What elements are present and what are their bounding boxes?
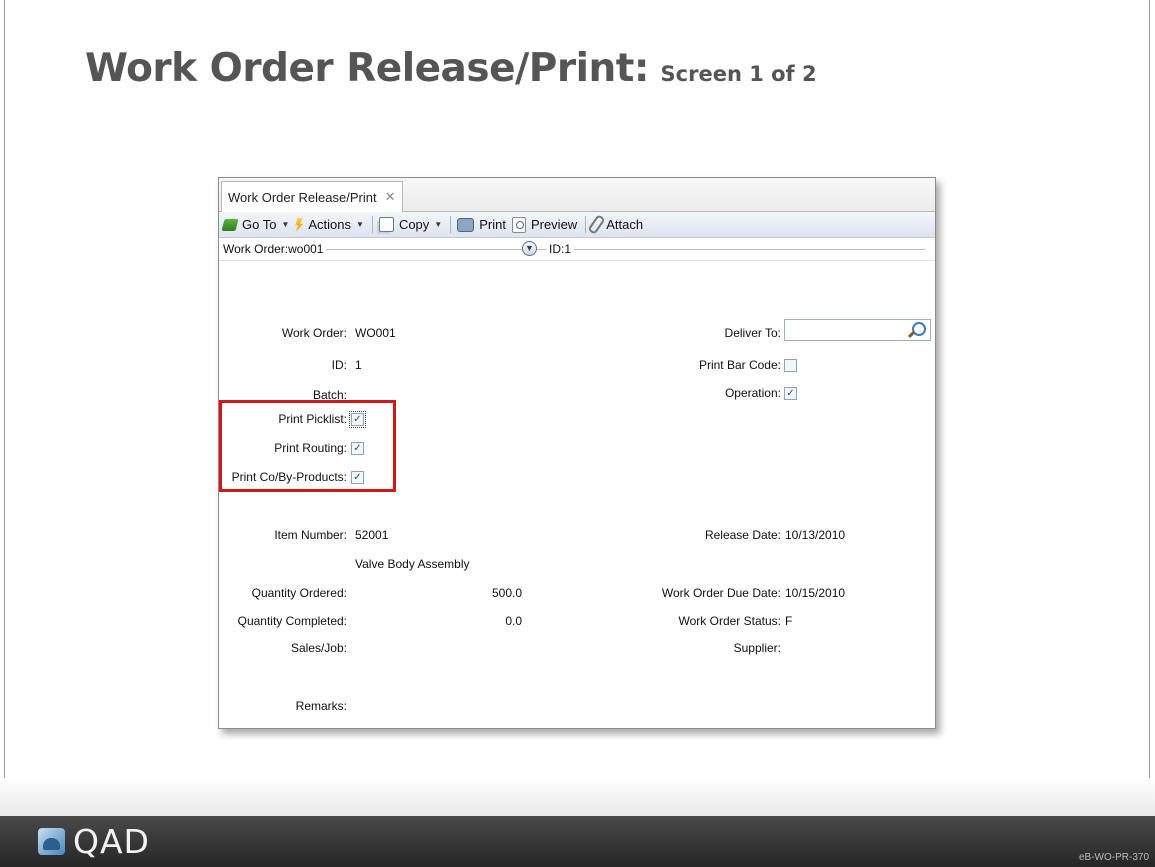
remarks-label: Remarks: [295,699,347,713]
copy-icon [378,217,394,232]
footer-fade [0,778,1155,816]
qty-completed-value: 0.0 [505,614,522,628]
tab-label: Work Order Release/Print [228,189,377,205]
attach-label: Attach [606,217,644,232]
work-order-label: Work Order: [281,326,347,340]
tab-strip: Work Order Release/Print ✕ [219,178,935,212]
chevron-down-icon: ▼ [281,220,290,229]
sales-job-label: Sales/Job: [290,641,347,655]
print-button[interactable]: Print [457,217,506,232]
slide-title-main: Work Order Release/Print: [85,46,649,91]
print-barcode-checkbox[interactable] [784,359,797,372]
actions-button[interactable]: Actions ▼ [295,217,364,232]
actions-label: Actions [308,217,352,232]
goto-button[interactable]: Go To ▼ [221,217,290,232]
slide-footer: QAD eB-WO-PR-370 [0,816,1155,867]
paperclip-icon [587,214,606,235]
qad-logo-icon [38,828,65,855]
chevron-down-icon: ▼ [434,220,443,229]
qty-completed-label: Quantity Completed: [237,614,347,628]
copy-button[interactable]: Copy ▼ [378,217,443,232]
id-value: 1 [355,358,362,372]
toolbar-separator [450,216,452,233]
tab-work-order-release[interactable]: Work Order Release/Print ✕ [221,181,403,212]
close-icon[interactable]: ✕ [385,189,396,205]
qty-ordered-value: 500.0 [491,586,522,600]
qad-logo: QAD [38,822,150,861]
due-date-label: Work Order Due Date: [661,586,781,600]
item-description: Valve Body Assembly [355,557,470,571]
status-value: F [785,614,793,628]
work-order-release-window: Work Order Release/Print ✕ Go To ▼ Actio… [218,177,936,729]
slide-code: eB-WO-PR-370 [1078,852,1149,863]
operation-checkbox[interactable]: ✓ [784,387,797,400]
header-work-order: Work Order:wo001 [223,242,327,256]
slide-title: Work Order Release/Print: Screen 1 of 2 [85,46,817,91]
goto-label: Go To [242,217,277,232]
qad-logo-text: QAD [73,822,150,861]
highlight-box [219,400,396,492]
item-number-value: 52001 [355,528,389,542]
goto-icon [221,218,239,231]
header-id: ID:1 [546,242,575,256]
expand-chevron-icon[interactable]: ▼ [522,241,537,256]
deliver-to-input[interactable] [784,319,931,341]
print-label: Print [479,217,506,232]
record-header: Work Order:wo001 ▼ ID:1 [219,238,935,261]
id-label: ID: [331,358,347,372]
copy-label: Copy [398,217,430,232]
preview-button[interactable]: Preview [511,216,578,233]
attach-button[interactable]: Attach [587,214,644,235]
chevron-down-icon: ▼ [356,220,364,229]
release-date-value: 10/13/2010 [785,528,846,542]
slide-title-sub: Screen 1 of 2 [660,62,817,86]
toolbar-separator [371,216,373,233]
supplier-label: Supplier: [733,641,781,655]
search-icon[interactable] [912,322,926,336]
preview-icon [511,216,526,233]
operation-label: Operation: [724,386,781,400]
toolbar-separator [585,216,587,233]
status-label: Work Order Status: [678,614,781,628]
due-date-value: 10/15/2010 [785,586,846,600]
deliver-to-label: Deliver To: [724,326,781,340]
preview-label: Preview [530,217,578,232]
release-date-label: Release Date: [704,528,781,542]
work-order-value: WO001 [355,326,396,340]
printer-icon [457,217,475,232]
toolbar: Go To ▼ Actions ▼ Copy ▼ Print Preview A… [219,212,935,238]
item-number-label: Item Number: [274,528,347,542]
actions-icon [295,217,304,232]
qty-ordered-label: Quantity Ordered: [251,586,347,600]
print-barcode-label: Print Bar Code: [698,358,781,372]
